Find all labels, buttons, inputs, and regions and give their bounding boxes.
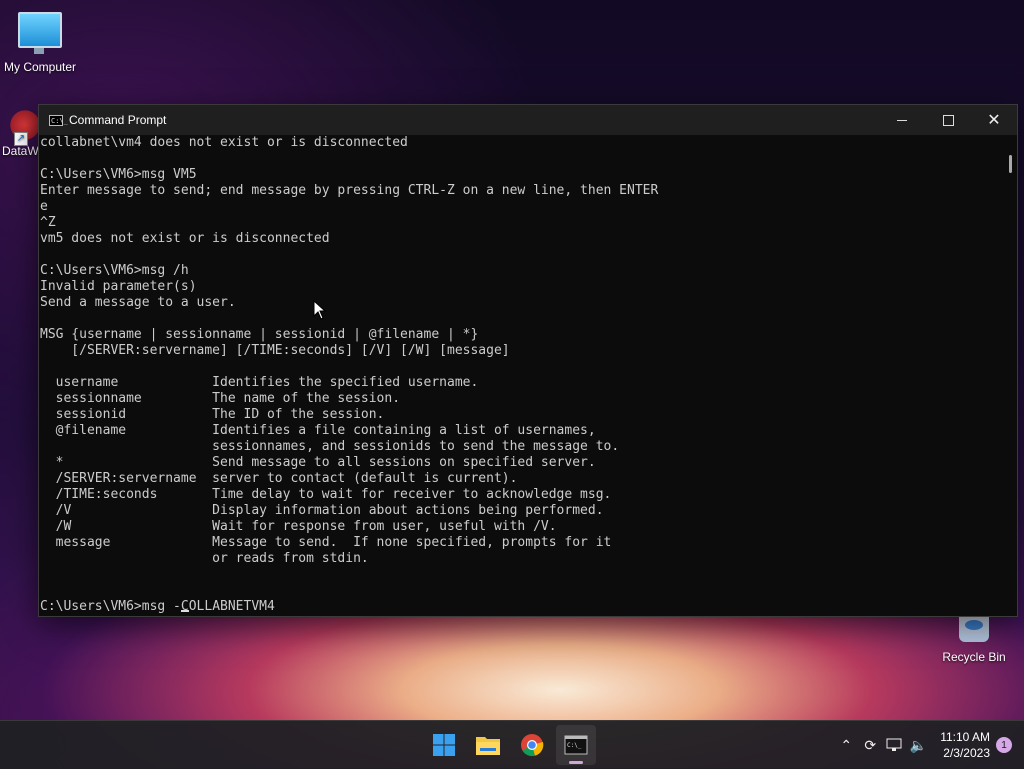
title-bar[interactable]: C:\_ Command Prompt ✕ — [39, 105, 1017, 135]
clock-date: 2/3/2023 — [943, 746, 990, 760]
console-line: ^Z — [40, 215, 56, 230]
console-line: collabnet\vm4 does not exist or is disco… — [40, 135, 408, 150]
console-line: Invalid parameter(s) — [40, 279, 197, 294]
maximize-button[interactable] — [925, 105, 971, 135]
console-line: /SERVER:servername server to contact (de… — [40, 471, 518, 486]
volume-icon[interactable]: 🔈 — [906, 733, 930, 757]
clock[interactable]: 11:10 AM 2/3/2023 — [940, 729, 990, 761]
command-prompt-window[interactable]: C:\_ Command Prompt ✕ collabnet\vm4 does… — [38, 104, 1018, 617]
console-line: Enter message to send; end message by pr… — [40, 183, 659, 198]
window-title: Command Prompt — [69, 113, 167, 127]
cmd-app-icon[interactable]: C:\_ — [49, 114, 68, 126]
close-button[interactable]: ✕ — [971, 105, 1017, 135]
console-line: username Identifies the specified userna… — [40, 375, 479, 390]
my-computer-label: My Computer — [3, 60, 77, 74]
console-line: e — [40, 199, 48, 214]
prompt-text: C:\Users\VM6>msg - — [40, 599, 181, 614]
system-tray: ⌃ ⟳ 🔈 11:10 AM 2/3/2023 1 — [834, 721, 1024, 769]
console-line: MSG {username | sessionname | sessionid … — [40, 327, 479, 342]
chrome-icon — [521, 734, 544, 757]
console-output[interactable]: collabnet\vm4 does not exist or is disco… — [39, 135, 1003, 616]
recycle-bin-label: Recycle Bin — [942, 650, 1006, 664]
console-line: C:\Users\VM6>msg /h — [40, 263, 189, 278]
console-line: * Send message to all sessions on specif… — [40, 455, 596, 470]
typed-input: COLLABNETVM4 — [180, 599, 275, 614]
terminal-icon: C:\_ — [564, 735, 588, 755]
svg-text:C:\_: C:\_ — [567, 742, 582, 749]
scrollbar-thumb[interactable] — [1009, 155, 1012, 173]
chrome-button[interactable] — [512, 725, 552, 765]
file-explorer-button[interactable] — [468, 725, 508, 765]
console-line: /W Wait for response from user, useful w… — [40, 519, 557, 534]
console-line: Send a message to a user. — [40, 295, 236, 310]
monitor-icon — [18, 12, 62, 54]
vertical-scrollbar[interactable] — [1003, 135, 1017, 616]
console-line: /TIME:seconds Time delay to wait for rec… — [40, 487, 612, 502]
console-line: [/SERVER:servername] [/TIME:seconds] [/V… — [40, 343, 510, 358]
taskbar-apps: C:\_ — [424, 725, 596, 765]
folder-icon — [476, 737, 500, 755]
taskbar: C:\_ ⌃ ⟳ 🔈 11:10 AM 2/3/2023 1 — [0, 720, 1024, 769]
console-line: sessionid The ID of the session. — [40, 407, 385, 422]
start-button[interactable] — [424, 725, 464, 765]
maximize-icon — [942, 114, 954, 126]
console-line: or reads from stdin. — [40, 551, 369, 566]
minimize-button[interactable] — [879, 105, 925, 135]
close-icon: ✕ — [987, 112, 1001, 129]
command-prompt-taskbar-button[interactable]: C:\_ — [556, 725, 596, 765]
command-input-line[interactable]: C:\Users\VM6>msg -COLLABNETVM4 — [40, 599, 1003, 615]
shortcut-arrow-icon: ↗ — [14, 132, 28, 146]
minimize-icon — [897, 119, 907, 121]
console-line: message Message to send. If none specifi… — [40, 535, 612, 550]
network-icon[interactable] — [882, 733, 906, 757]
chevron-up-icon[interactable]: ⌃ — [834, 733, 858, 757]
clock-time: 11:10 AM — [940, 730, 990, 744]
console-line: @filename Identifies a file containing a… — [40, 423, 596, 438]
recycle-bin-icon[interactable]: Recycle Bin — [934, 612, 1014, 664]
console-line: /V Display information about actions bei… — [40, 503, 604, 518]
app-logo-icon: ↗ — [8, 108, 42, 146]
console-line: sessionnames, and sessionids to send the… — [40, 439, 620, 454]
notification-badge[interactable]: 1 — [996, 737, 1012, 753]
sync-icon[interactable]: ⟳ — [858, 733, 882, 757]
windows-logo-icon — [433, 734, 455, 756]
console-line: sessionname The name of the session. — [40, 391, 401, 406]
my-computer-icon[interactable]: My Computer — [0, 8, 80, 74]
console-line: vm5 does not exist or is disconnected — [40, 231, 330, 246]
console-line: C:\Users\VM6>msg VM5 — [40, 167, 197, 182]
